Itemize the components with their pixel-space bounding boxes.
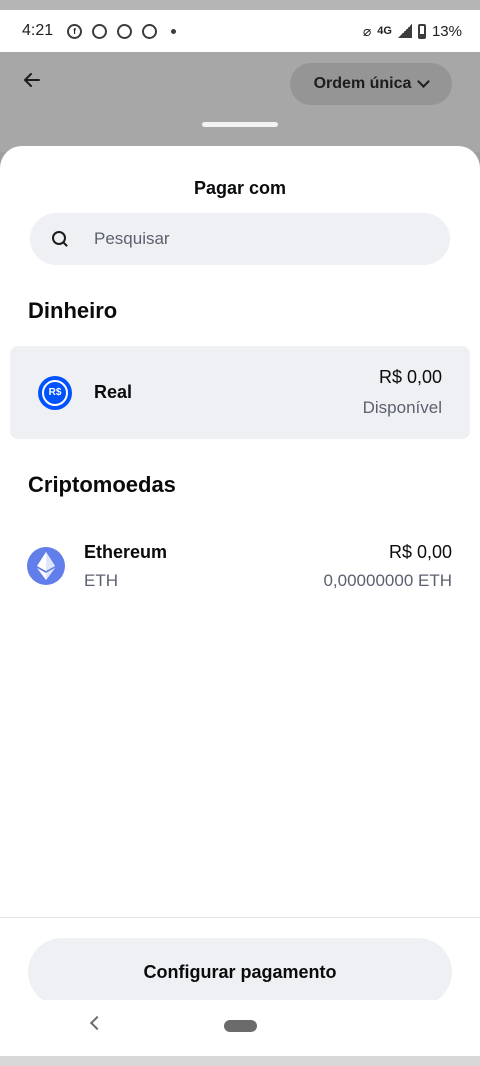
battery-icon	[417, 23, 426, 39]
asset-value: R$ 0,00	[388, 541, 452, 562]
nav-back-icon[interactable]	[89, 1015, 105, 1031]
asset-row-real[interactable]: R$ Real R$ 0,00 Disponível	[10, 346, 470, 439]
asset-balance: R$ 0,00 Disponível	[363, 367, 442, 418]
status-time: 4:21	[22, 22, 54, 39]
back-arrow-icon[interactable]	[22, 70, 46, 96]
configure-payment-button[interactable]: Configurar pagamento	[28, 938, 452, 1006]
bell-off-icon: ⌀	[362, 22, 372, 39]
asset-ticker: ETH	[84, 570, 118, 590]
search-bar[interactable]	[30, 213, 450, 265]
chevron-down-icon	[417, 75, 431, 88]
real-currency-icon: R$	[38, 375, 72, 410]
asset-availability: Disponível	[362, 398, 442, 417]
order-type-dropdown[interactable]: Ordem única	[290, 63, 452, 105]
battery-percent: 13%	[431, 22, 462, 40]
sheet-drag-handle[interactable]	[202, 122, 278, 127]
asset-balance: R$ 0,00 0,00000000 ETH	[323, 542, 452, 591]
facebook-icon: f	[67, 23, 83, 39]
chrome-icon	[142, 23, 158, 39]
status-bar: 4:21 f ⌀ 4G 13%	[0, 10, 480, 52]
search-input[interactable]	[94, 229, 394, 249]
asset-amount: 0,00000000 ETH	[323, 570, 452, 590]
sheet-title: Pagar com	[193, 178, 287, 198]
asset-row-ethereum[interactable]: Ethereum ETH R$ 0,00 0,00000000 ETH	[0, 526, 480, 606]
frame-bottom	[0, 1056, 480, 1066]
network-type: 4G	[377, 25, 392, 37]
search-icon	[52, 231, 68, 247]
system-nav-bar	[0, 1000, 480, 1056]
order-type-label: Ordem única	[313, 75, 412, 92]
ethereum-icon	[27, 547, 65, 585]
frame-top	[0, 0, 480, 10]
nav-home-pill[interactable]	[224, 1020, 257, 1032]
section-title-cash: Dinheiro	[28, 298, 118, 323]
footer-divider	[0, 917, 480, 918]
asset-value: R$ 0,00	[378, 367, 442, 387]
asset-name: Real	[94, 382, 133, 402]
whatsapp-icon	[92, 23, 108, 39]
dot-icon	[171, 28, 177, 34]
asset-info: Ethereum ETH	[84, 542, 167, 591]
signal-icon	[397, 24, 412, 38]
status-right: ⌀ 4G 13%	[363, 23, 462, 40]
asset-name: Ethereum	[84, 541, 168, 562]
pay-with-sheet: Pagar com Dinheiro R$ Real R$ 0,00 Dispo…	[0, 146, 480, 1066]
chrome-icon	[117, 23, 133, 39]
section-title-crypto: Criptomoedas	[28, 472, 176, 497]
real-logo-text: R$	[42, 379, 68, 406]
